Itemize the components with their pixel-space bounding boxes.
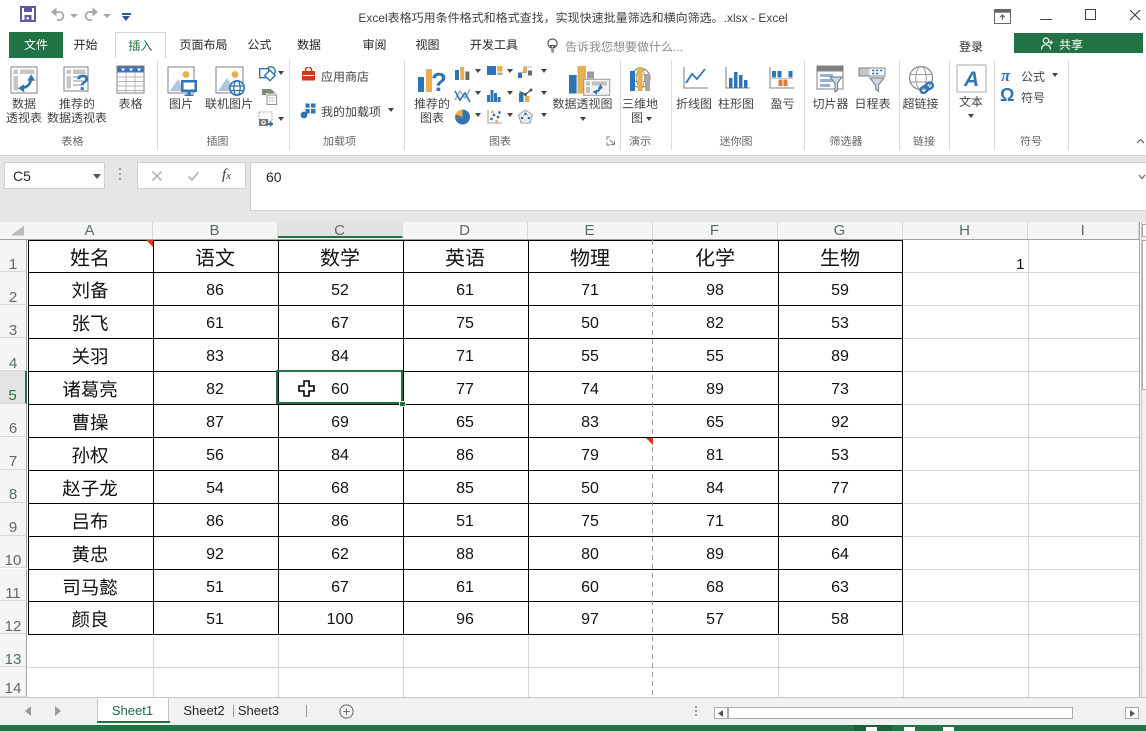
- svg-text:?: ?: [431, 67, 447, 94]
- svg-text:?: ?: [76, 70, 89, 94]
- svg-text:A: A: [963, 68, 979, 91]
